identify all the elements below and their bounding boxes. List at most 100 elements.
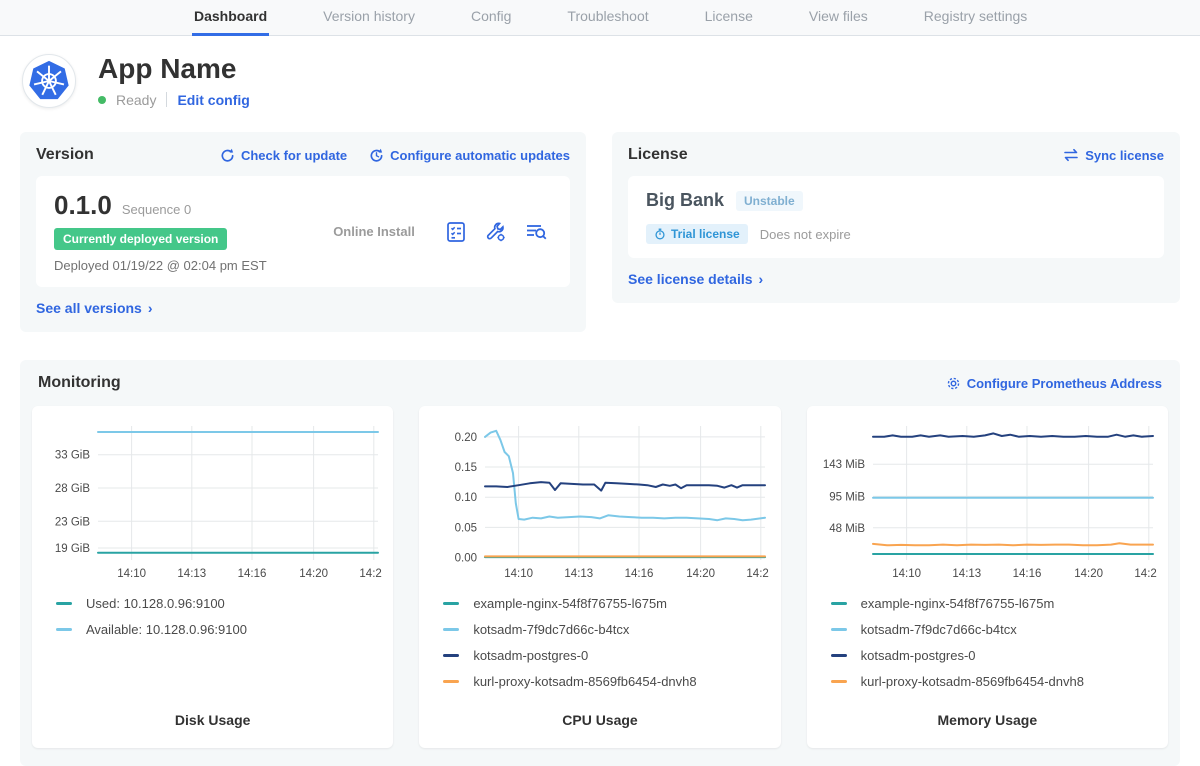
license-card: License Sync license Big Bank Unstable <box>612 132 1180 303</box>
svg-text:14:23: 14:23 <box>747 568 770 580</box>
svg-text:33 GiB: 33 GiB <box>55 450 90 462</box>
tab-version-history[interactable]: Version history <box>321 8 417 36</box>
version-card: Version Check for update Configure au <box>20 132 586 332</box>
status-text: Ready <box>116 92 156 108</box>
status-dot <box>98 96 106 104</box>
see-all-versions-link[interactable]: See all versions› <box>36 300 153 316</box>
legend-label: kurl-proxy-kotsadm-8569fb6454-dnvh8 <box>861 674 1084 689</box>
app-header: App Name Ready Edit config <box>0 36 1200 118</box>
legend-item: kotsadm-postgres-0 <box>443 648 770 663</box>
svg-text:23 GiB: 23 GiB <box>55 516 90 528</box>
disk-usage-chart-card: 19 GiB23 GiB28 GiB33 GiB14:1014:1314:161… <box>32 406 393 748</box>
memory-usage-chart: 48 MiB95 MiB143 MiB14:1014:1314:1614:201… <box>817 418 1157 586</box>
app-logo <box>22 54 76 108</box>
svg-text:14:13: 14:13 <box>177 568 206 580</box>
svg-text:14:16: 14:16 <box>625 568 654 580</box>
legend-label: kotsadm-postgres-0 <box>473 648 588 663</box>
legend-swatch <box>443 654 459 657</box>
chart-title: CPU Usage <box>429 712 770 736</box>
license-card-title: License <box>628 146 688 164</box>
legend-item: Available: 10.128.0.96:9100 <box>56 622 383 637</box>
svg-text:14:23: 14:23 <box>1134 568 1157 580</box>
deploy-logs-icon[interactable] <box>524 220 548 244</box>
legend-swatch <box>831 680 847 683</box>
svg-text:14:10: 14:10 <box>117 568 146 580</box>
cpu-usage-chart-card: 0.000.050.100.150.2014:1014:1314:1614:20… <box>419 406 780 748</box>
legend-swatch <box>443 602 459 605</box>
monitoring-title: Monitoring <box>38 374 121 392</box>
chevron-right-icon: › <box>759 271 764 287</box>
tab-license[interactable]: License <box>703 8 755 36</box>
stopwatch-icon <box>654 228 666 240</box>
legend-item: example-nginx-54f8f76755-l675m <box>443 596 770 611</box>
legend-item: kurl-proxy-kotsadm-8569fb6454-dnvh8 <box>831 674 1158 689</box>
check-for-update-link[interactable]: Check for update <box>220 148 347 163</box>
config-wrench-icon[interactable] <box>484 220 508 244</box>
tab-troubleshoot[interactable]: Troubleshoot <box>565 8 650 36</box>
svg-text:14:20: 14:20 <box>687 568 716 580</box>
top-nav: Dashboard Version history Config Trouble… <box>0 0 1200 36</box>
see-license-details-link[interactable]: See license details› <box>628 271 763 287</box>
svg-text:95 MiB: 95 MiB <box>829 491 865 503</box>
legend-label: kurl-proxy-kotsadm-8569fb6454-dnvh8 <box>473 674 696 689</box>
sync-license-link[interactable]: Sync license <box>1063 148 1164 163</box>
version-number: 0.1.0 <box>54 190 112 221</box>
kubernetes-icon <box>26 58 72 104</box>
legend-label: Used: 10.128.0.96:9100 <box>86 596 225 611</box>
svg-text:0.00: 0.00 <box>455 553 477 565</box>
svg-text:143 MiB: 143 MiB <box>822 459 865 471</box>
tab-config[interactable]: Config <box>469 8 513 36</box>
svg-text:14:20: 14:20 <box>1074 568 1103 580</box>
legend-item: kotsadm-7f9dc7d66c-b4tcx <box>443 622 770 637</box>
legend-swatch <box>56 602 72 605</box>
memory-usage-chart-card: 48 MiB95 MiB143 MiB14:1014:1314:1614:201… <box>807 406 1168 748</box>
expiration-text: Does not expire <box>760 227 851 242</box>
legend-swatch <box>831 628 847 631</box>
clock-refresh-icon <box>369 148 384 163</box>
legend-item: Used: 10.128.0.96:9100 <box>56 596 383 611</box>
refresh-icon <box>220 148 235 163</box>
svg-text:14:20: 14:20 <box>299 568 328 580</box>
version-card-title: Version <box>36 146 94 164</box>
tab-bar: Dashboard Version history Config Trouble… <box>192 8 1029 35</box>
tab-view-files[interactable]: View files <box>807 8 870 36</box>
svg-text:0.20: 0.20 <box>455 432 477 444</box>
legend-label: kotsadm-postgres-0 <box>861 648 976 663</box>
channel-badge: Unstable <box>736 191 803 211</box>
legend-swatch <box>831 654 847 657</box>
tab-registry-settings[interactable]: Registry settings <box>922 8 1029 36</box>
edit-config-link[interactable]: Edit config <box>177 92 249 108</box>
chevron-right-icon: › <box>148 300 153 316</box>
legend-swatch <box>443 628 459 631</box>
deployed-badge: Currently deployed version <box>54 228 227 250</box>
disk-usage-chart: 19 GiB23 GiB28 GiB33 GiB14:1014:1314:161… <box>42 418 382 586</box>
svg-text:0.05: 0.05 <box>455 522 477 534</box>
legend-item: kotsadm-7f9dc7d66c-b4tcx <box>831 622 1158 637</box>
cpu-usage-legend: example-nginx-54f8f76755-l675m kotsadm-7f… <box>443 596 770 689</box>
monitoring-section: Monitoring Configure Prometheus Address … <box>20 360 1180 766</box>
svg-text:14:16: 14:16 <box>238 568 267 580</box>
svg-text:19 GiB: 19 GiB <box>55 543 90 555</box>
legend-item: example-nginx-54f8f76755-l675m <box>831 596 1158 611</box>
tab-dashboard[interactable]: Dashboard <box>192 8 269 36</box>
svg-text:14:10: 14:10 <box>505 568 534 580</box>
license-panel: Big Bank Unstable Trial license Does not… <box>628 176 1164 258</box>
cpu-usage-chart: 0.000.050.100.150.2014:1014:1314:1614:20… <box>429 418 769 586</box>
legend-swatch <box>443 680 459 683</box>
chart-title: Disk Usage <box>42 712 383 736</box>
cards-row: Version Check for update Configure au <box>0 118 1200 332</box>
configure-prometheus-link[interactable]: Configure Prometheus Address <box>946 376 1162 391</box>
legend-label: example-nginx-54f8f76755-l675m <box>861 596 1055 611</box>
svg-text:48 MiB: 48 MiB <box>829 523 865 535</box>
preflight-checklist-icon[interactable] <box>444 220 468 244</box>
trial-license-badge: Trial license <box>646 224 748 244</box>
configure-automatic-updates-link[interactable]: Configure automatic updates <box>369 148 570 163</box>
legend-swatch <box>56 628 72 631</box>
sequence-label: Sequence 0 <box>122 202 191 217</box>
page-title: App Name <box>98 54 250 85</box>
svg-text:14:13: 14:13 <box>952 568 981 580</box>
svg-text:14:13: 14:13 <box>565 568 594 580</box>
legend-label: kotsadm-7f9dc7d66c-b4tcx <box>861 622 1017 637</box>
divider <box>166 92 167 107</box>
customer-name: Big Bank <box>646 190 724 211</box>
